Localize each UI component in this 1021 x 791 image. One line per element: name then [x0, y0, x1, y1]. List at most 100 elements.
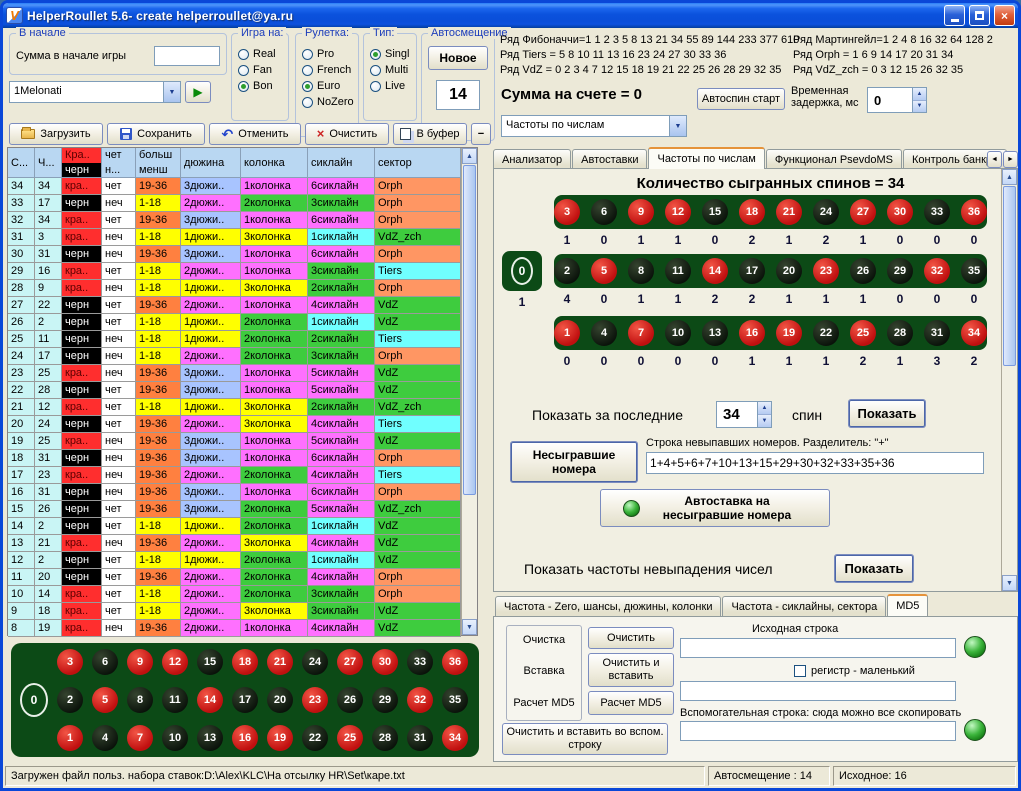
radio-bon[interactable]: Bon	[238, 78, 288, 94]
table-row[interactable]: 1925кра..неч19-363дюжи..1колонка5сиклайн…	[8, 433, 477, 450]
tab-Анализатор[interactable]: Анализатор	[493, 149, 571, 169]
black-number-8[interactable]: 8	[127, 687, 153, 713]
red-number-12[interactable]: 12	[162, 649, 188, 675]
maximize-button[interactable]	[969, 5, 990, 26]
new-shift-button[interactable]: Новое	[428, 46, 488, 70]
tab-MD5[interactable]: MD5	[887, 594, 928, 616]
table-row[interactable]: 289кра..неч1-181дюжи..3колонка2сиклайнOr…	[8, 280, 477, 297]
red-number-16[interactable]: 16	[739, 320, 765, 346]
tab-Функционал PsevdoMS[interactable]: Функционал PsevdoMS	[766, 149, 902, 169]
red-number-3[interactable]: 3	[554, 199, 580, 225]
red-number-14[interactable]: 14	[702, 258, 728, 284]
red-number-23[interactable]: 23	[302, 687, 328, 713]
spinner-up-icon[interactable]: ▲	[913, 88, 926, 101]
table-row[interactable]: 819кра..неч19-362дюжи..1колонка4сиклайнV…	[8, 620, 477, 637]
md5-clear-paste-aux-button[interactable]: Очистить и вставить во вспом. строку	[502, 723, 668, 755]
black-number-4[interactable]: 4	[92, 725, 118, 751]
red-number-7[interactable]: 7	[127, 725, 153, 751]
red-number-19[interactable]: 19	[776, 320, 802, 346]
black-number-11[interactable]: 11	[162, 687, 188, 713]
panel-scrollbar[interactable]: ▲ ▼	[1001, 169, 1017, 591]
table-row[interactable]: 2916кра..чет1-182дюжи..1колонка3сиклайнT…	[8, 263, 477, 280]
black-number-24[interactable]: 24	[302, 649, 328, 675]
load-button[interactable]: Загрузить	[9, 123, 103, 145]
spinner-down-icon[interactable]: ▼	[758, 415, 771, 427]
checkbox-icon[interactable]	[794, 665, 806, 677]
red-number-23[interactable]: 23	[813, 258, 839, 284]
tab-Частота - Zero, шансы, дюжины, колонки[interactable]: Частота - Zero, шансы, дюжины, колонки	[495, 596, 721, 616]
black-number-35[interactable]: 35	[442, 687, 468, 713]
table-row[interactable]: 3317черннеч1-182дюжи..2колонка3сиклайнOr…	[8, 195, 477, 212]
black-number-24[interactable]: 24	[813, 199, 839, 225]
black-number-26[interactable]: 26	[337, 687, 363, 713]
undo-button[interactable]: ↶Отменить	[209, 123, 301, 145]
green-sphere-button[interactable]	[964, 719, 986, 741]
board-row-top[interactable]: 369121518212427303336	[57, 649, 468, 675]
freq-row-middle[interactable]: 258111417202326293235	[554, 254, 987, 288]
black-number-28[interactable]: 28	[887, 320, 913, 346]
mode-combo[interactable]: Частоты по числам ▼	[501, 115, 687, 137]
black-number-6[interactable]: 6	[92, 649, 118, 675]
red-number-14[interactable]: 14	[197, 687, 223, 713]
tab-Частота - сиклайны, сектора[interactable]: Частота - сиклайны, сектора	[722, 596, 886, 616]
black-number-13[interactable]: 13	[702, 320, 728, 346]
radio-multi[interactable]: Multi	[370, 62, 416, 78]
table-row[interactable]: 2417черннеч1-182дюжи..2колонка3сиклайнOr…	[8, 348, 477, 365]
black-number-22[interactable]: 22	[813, 320, 839, 346]
preset-combo[interactable]: 1Melonati ▼	[9, 81, 181, 103]
table-row[interactable]: 2325кра..неч19-363дюжи..1колонка5сиклайн…	[8, 365, 477, 382]
table-row[interactable]: 2112кра..чет1-181дюжи..3колонка2сиклайнV…	[8, 399, 477, 416]
red-number-32[interactable]: 32	[924, 258, 950, 284]
black-number-4[interactable]: 4	[591, 320, 617, 346]
spin-count-spinner[interactable]: 34 ▲ ▼	[716, 401, 772, 428]
red-number-21[interactable]: 21	[776, 199, 802, 225]
red-number-16[interactable]: 16	[232, 725, 258, 751]
red-number-3[interactable]: 3	[57, 649, 83, 675]
radio-french[interactable]: French	[302, 62, 358, 78]
unsung-numbers-button[interactable]: Несыгравшие номера	[510, 441, 638, 483]
red-number-7[interactable]: 7	[628, 320, 654, 346]
play-button[interactable]: ▶	[185, 81, 211, 103]
radio-euro[interactable]: Euro	[302, 78, 358, 94]
table-row[interactable]: 3234кра..чет19-363дюжи..1колонка6сиклайн…	[8, 212, 477, 229]
red-number-1[interactable]: 1	[57, 725, 83, 751]
black-number-8[interactable]: 8	[628, 258, 654, 284]
save-button[interactable]: Сохранить	[107, 123, 205, 145]
md5-clear-button[interactable]: Очистить	[588, 627, 674, 649]
table-row[interactable]: 2722чернчет19-362дюжи..1колонка4сиклайнV…	[8, 297, 477, 314]
autospin-start-button[interactable]: Автоспин старт	[697, 88, 785, 110]
chevron-down-icon[interactable]: ▼	[163, 82, 180, 102]
table-row[interactable]: 1723кра..неч19-362дюжи..2колонка4сиклайн…	[8, 467, 477, 484]
red-number-9[interactable]: 9	[127, 649, 153, 675]
red-number-32[interactable]: 32	[407, 687, 433, 713]
black-number-10[interactable]: 10	[665, 320, 691, 346]
black-number-33[interactable]: 33	[924, 199, 950, 225]
black-number-29[interactable]: 29	[372, 687, 398, 713]
unsung-string-input[interactable]	[646, 452, 984, 474]
table-row[interactable]: 3031черннеч19-363дюжи..1колонка6сиклайнO…	[8, 246, 477, 263]
freq-row-bottom[interactable]: 147101316192225283134	[554, 316, 987, 350]
radio-fan[interactable]: Fan	[238, 62, 288, 78]
black-number-26[interactable]: 26	[850, 258, 876, 284]
red-number-25[interactable]: 25	[850, 320, 876, 346]
spinner-up-icon[interactable]: ▲	[758, 402, 771, 415]
table-row[interactable]: 1831черннеч19-363дюжи..1колонка6сиклайнO…	[8, 450, 477, 467]
minimize-button[interactable]	[944, 5, 965, 26]
chevron-down-icon[interactable]: ▼	[669, 116, 686, 136]
red-number-12[interactable]: 12	[665, 199, 691, 225]
red-number-21[interactable]: 21	[267, 649, 293, 675]
red-number-5[interactable]: 5	[92, 687, 118, 713]
table-row[interactable]: 1526чернчет19-363дюжи..2колонка5сиклайнV…	[8, 501, 477, 518]
tab-scroll-right-icon[interactable]: ►	[1003, 151, 1018, 168]
table-row[interactable]: 2228чернчет19-363дюжи..1колонка5сиклайнV…	[8, 382, 477, 399]
black-number-17[interactable]: 17	[739, 258, 765, 284]
red-number-19[interactable]: 19	[267, 725, 293, 751]
table-row[interactable]: 1120чернчет19-362дюжи..2колонка4сиклайнO…	[8, 569, 477, 586]
autobet-unsung-button[interactable]: Автоставка на несыгравшие номера	[600, 489, 830, 527]
black-number-2[interactable]: 2	[554, 258, 580, 284]
black-number-28[interactable]: 28	[372, 725, 398, 751]
spinner-down-icon[interactable]: ▼	[913, 101, 926, 113]
scroll-up-icon[interactable]: ▲	[1002, 169, 1017, 185]
close-button[interactable]: ×	[994, 5, 1015, 26]
black-number-22[interactable]: 22	[302, 725, 328, 751]
